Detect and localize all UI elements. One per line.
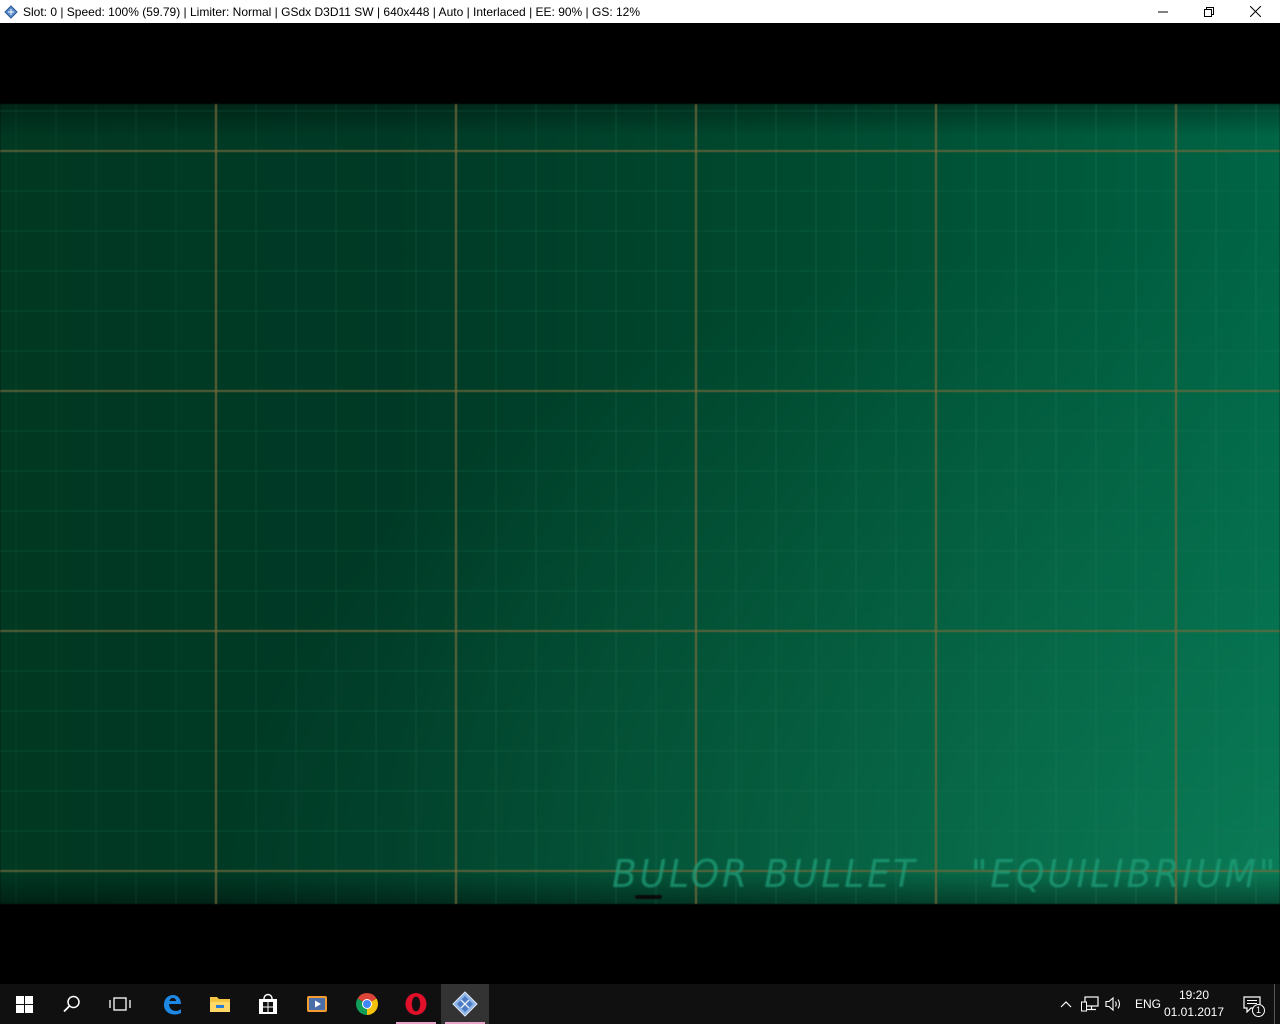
task-view-button[interactable]	[96, 984, 144, 1024]
pcsx2-taskbar-button[interactable]	[441, 984, 489, 1024]
store-icon	[259, 993, 277, 1014]
opera-icon	[405, 993, 427, 1015]
minimize-button[interactable]	[1140, 0, 1186, 23]
caption-subtitle: "EQUILIBRIUM"	[970, 852, 1279, 896]
windows-start-icon	[15, 995, 33, 1013]
close-button[interactable]	[1232, 0, 1278, 23]
start-button[interactable]	[0, 984, 48, 1024]
window-title: Slot: 0 | Speed: 100% (59.79) | Limiter:…	[23, 4, 641, 19]
task-view-icon	[109, 997, 131, 1011]
network-icon	[1081, 996, 1099, 1012]
edge-icon	[164, 995, 181, 1015]
clock-time: 19:20	[1178, 988, 1210, 1002]
grid-overlay	[0, 104, 1280, 904]
clock-date: 01.01.2017	[1163, 1005, 1225, 1019]
caption-title: BULOR BULLET	[612, 852, 918, 896]
restore-button[interactable]	[1186, 0, 1232, 23]
show-hidden-icons-button[interactable]	[1054, 984, 1078, 1024]
chevron-up-icon	[1060, 1001, 1072, 1008]
search-icon	[63, 995, 80, 1013]
taskbar: ENG 19:20 01.01.2017 1	[0, 984, 1280, 1024]
file-explorer-icon	[210, 997, 230, 1012]
search-button[interactable]	[48, 984, 96, 1024]
game-viewport[interactable]: BULOR BULLET "EQUILIBRIUM"	[0, 23, 1280, 984]
pcsx2-app-icon	[0, 0, 22, 23]
show-desktop-button[interactable]	[1274, 984, 1275, 1024]
pcsx2-icon	[452, 991, 478, 1017]
system-tray: ENG	[1054, 984, 1164, 1024]
store-taskbar-button[interactable]	[244, 984, 292, 1024]
media-player-taskbar-button[interactable]	[293, 984, 341, 1024]
media-player-icon	[307, 996, 327, 1012]
chrome-taskbar-button[interactable]	[343, 984, 391, 1024]
edge-taskbar-button[interactable]	[148, 984, 196, 1024]
chrome-icon	[356, 993, 378, 1015]
taskbar-clock[interactable]: 19:20 01.01.2017	[1160, 987, 1228, 1021]
game-caption: BULOR BULLET "EQUILIBRIUM"	[612, 852, 1278, 896]
close-icon	[1249, 6, 1261, 17]
window-titlebar[interactable]: Slot: 0 | Speed: 100% (59.79) | Limiter:…	[0, 0, 1280, 23]
network-tray-button[interactable]	[1078, 984, 1102, 1024]
notification-count-badge: 1	[1252, 1004, 1265, 1017]
volume-icon	[1105, 996, 1121, 1012]
action-center-button[interactable]: 1	[1234, 984, 1270, 1024]
mouse-cursor-mark	[635, 895, 662, 899]
minimize-icon	[1158, 11, 1168, 12]
restore-icon	[1204, 6, 1214, 17]
volume-tray-button[interactable]	[1102, 984, 1126, 1024]
opera-taskbar-button[interactable]	[392, 984, 440, 1024]
game-render-area: BULOR BULLET "EQUILIBRIUM"	[0, 104, 1280, 904]
file-explorer-taskbar-button[interactable]	[196, 984, 244, 1024]
